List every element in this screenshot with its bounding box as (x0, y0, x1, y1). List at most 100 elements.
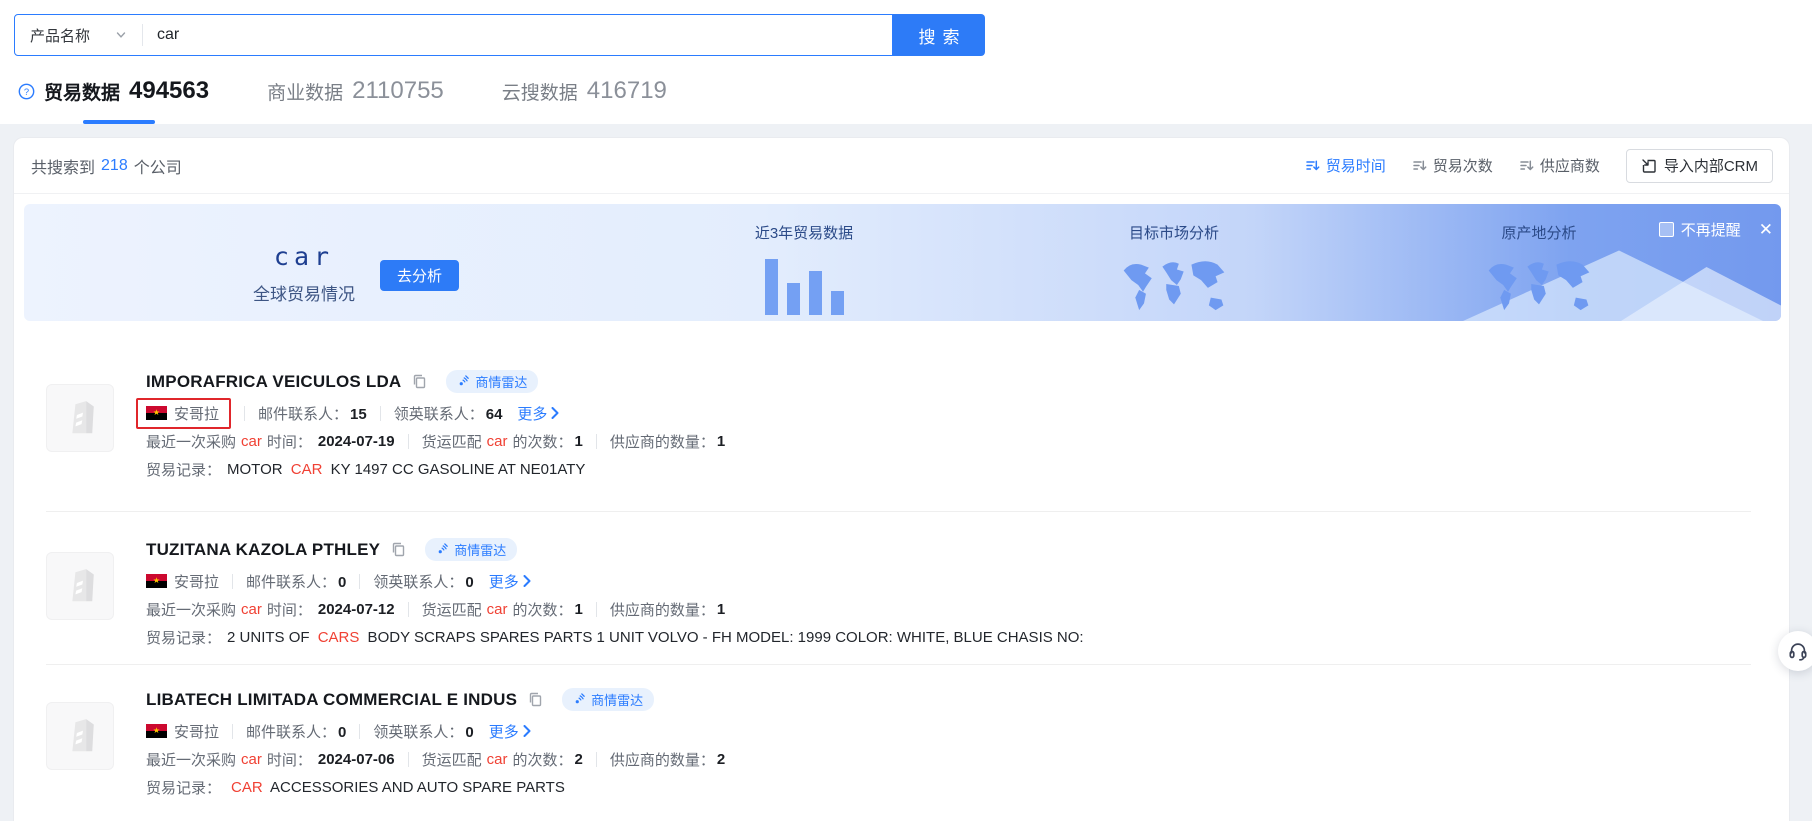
angola-flag-icon: ★ (146, 724, 167, 738)
results-header: 共搜索到 218 个公司 贸易时间 贸易次数 (14, 138, 1789, 194)
dismiss-checkbox[interactable] (1659, 222, 1674, 237)
radar-badge[interactable]: 商情雷达 (425, 538, 517, 561)
separator (244, 406, 245, 421)
tab-label: 商业数据 (267, 78, 343, 105)
country-name: 安哥拉 (174, 403, 219, 424)
tab-label: 云搜数据 (502, 78, 578, 105)
svg-text:?: ? (24, 86, 29, 97)
search-button[interactable]: 搜索 (893, 14, 985, 56)
radar-badge[interactable]: 商情雷达 (562, 688, 654, 711)
banner-item-label: 原产地分析 (1449, 222, 1629, 243)
banner-item-target-market: 目标市场分析 (1084, 222, 1264, 315)
trade-record-label: 贸易记录： (146, 459, 221, 480)
radar-badge[interactable]: 商情雷达 (446, 370, 538, 393)
sort-trade-count[interactable]: 贸易次数 (1412, 155, 1493, 176)
trade-record: 贸易记录： MOTOR CAR KY 1497 CC GASOLINE AT N… (146, 459, 585, 480)
search-category-label: 产品名称 (30, 25, 90, 46)
country-name: 安哥拉 (174, 721, 219, 742)
separator (408, 752, 409, 767)
sort-icon (1305, 158, 1320, 173)
freight-match-count: 货运匹配car的次数：1 (422, 431, 583, 452)
search-category-select[interactable]: 产品名称 (15, 25, 142, 46)
banner-subtitle: 全球贸易情况 (220, 280, 388, 305)
supplier-count: 供应商的数量：1 (610, 431, 725, 452)
analysis-banner: car 全球贸易情况 去分析 近3年贸易数据 目标市场分析 (24, 204, 1781, 321)
building-icon (54, 710, 106, 762)
copy-icon[interactable] (390, 541, 407, 558)
results-count-text: 共搜索到 218 个公司 (31, 154, 182, 178)
copy-icon[interactable] (411, 373, 428, 390)
trade-record-label: 贸易记录： (146, 777, 221, 798)
linkedin-contacts: 领英联系人：0 (373, 571, 473, 592)
angola-flag-icon: ★ (146, 406, 167, 420)
data-tabs: ? 贸易数据 494563 商业数据 2110755 云搜数据 416719 (18, 70, 667, 112)
sort-supplier-count[interactable]: 供应商数 (1519, 155, 1600, 176)
analyze-button[interactable]: 去分析 (380, 260, 459, 291)
sort-label: 贸易时间 (1326, 155, 1386, 176)
results-panel: 共搜索到 218 个公司 贸易时间 贸易次数 (13, 137, 1790, 821)
country-name: 安哥拉 (174, 571, 219, 592)
chevron-right-icon (523, 575, 531, 587)
chevron-right-icon (551, 407, 559, 419)
tab-cloud-search-data[interactable]: 云搜数据 416719 (502, 77, 667, 105)
customer-service-button[interactable] (1778, 631, 1812, 671)
import-crm-label: 导入内部CRM (1664, 155, 1758, 176)
sort-icon (1412, 158, 1427, 173)
import-icon (1641, 158, 1657, 174)
email-contacts: 邮件联系人：15 (258, 403, 367, 424)
tab-business-data[interactable]: 商业数据 2110755 (267, 77, 444, 105)
bar-chart-icon (714, 253, 894, 315)
separator (232, 724, 233, 739)
radar-badge-label: 商情雷达 (591, 690, 643, 709)
separator (359, 724, 360, 739)
radar-icon (436, 543, 449, 556)
trade-record-label: 贸易记录： (146, 627, 221, 648)
chevron-right-icon (523, 725, 531, 737)
company-name[interactable]: IMPORAFRICA VEICULOS LDA (146, 372, 401, 392)
company-thumbnail[interactable] (46, 702, 114, 770)
last-purchase: 最近一次采购car时间：2024-07-12 (146, 599, 395, 620)
sort-label: 贸易次数 (1433, 155, 1493, 176)
question-circle-icon[interactable]: ? (18, 83, 35, 100)
import-crm-button[interactable]: 导入内部CRM (1626, 149, 1773, 183)
more-link[interactable]: 更多 (489, 721, 531, 742)
search-input[interactable] (143, 26, 892, 44)
more-link[interactable]: 更多 (489, 571, 531, 592)
company-thumbnail[interactable] (46, 384, 114, 452)
sort-trade-time[interactable]: 贸易时间 (1305, 155, 1386, 176)
radar-icon (573, 693, 586, 706)
close-icon[interactable]: ✕ (1759, 221, 1773, 238)
country-chip-annotated: ★ 安哥拉 (136, 398, 231, 429)
page-background: 共搜索到 218 个公司 贸易时间 贸易次数 (0, 124, 1812, 821)
banner-dismiss-group: 不再提醒 ✕ (1659, 219, 1773, 240)
radar-badge-label: 商情雷达 (454, 540, 506, 559)
company-thumbnail[interactable] (46, 552, 114, 620)
company-name[interactable]: TUZITANA KAZOLA PTHLEY (146, 540, 380, 560)
separator (596, 434, 597, 449)
tab-count: 494563 (129, 77, 209, 105)
world-map-icon (1449, 253, 1629, 315)
search-box: 产品名称 (14, 14, 893, 56)
separator (380, 406, 381, 421)
banner-item-label: 近3年贸易数据 (714, 222, 894, 243)
linkedin-contacts: 领英联系人：64 (394, 403, 503, 424)
linkedin-contacts: 领英联系人：0 (373, 721, 473, 742)
more-label: 更多 (489, 571, 519, 592)
results-count-suffix: 个公司 (134, 154, 182, 178)
company-name[interactable]: LIBATECH LIMITADA COMMERCIAL E INDUS (146, 690, 517, 710)
building-icon (54, 392, 106, 444)
freight-match-count: 货运匹配car的次数：1 (422, 599, 583, 620)
email-contacts: 邮件联系人：0 (246, 571, 346, 592)
separator (408, 434, 409, 449)
banner-keyword: car (239, 242, 369, 271)
copy-icon[interactable] (527, 691, 544, 708)
tab-trade-data[interactable]: ? 贸易数据 494563 (18, 77, 209, 105)
more-label: 更多 (517, 403, 547, 424)
separator (359, 574, 360, 589)
more-link[interactable]: 更多 (517, 403, 559, 424)
chevron-down-icon (116, 30, 126, 40)
last-purchase: 最近一次采购car时间：2024-07-06 (146, 749, 395, 770)
banner-item-origin: 原产地分析 (1449, 222, 1629, 315)
supplier-count: 供应商的数量：1 (610, 599, 725, 620)
tab-count: 2110755 (352, 77, 444, 105)
